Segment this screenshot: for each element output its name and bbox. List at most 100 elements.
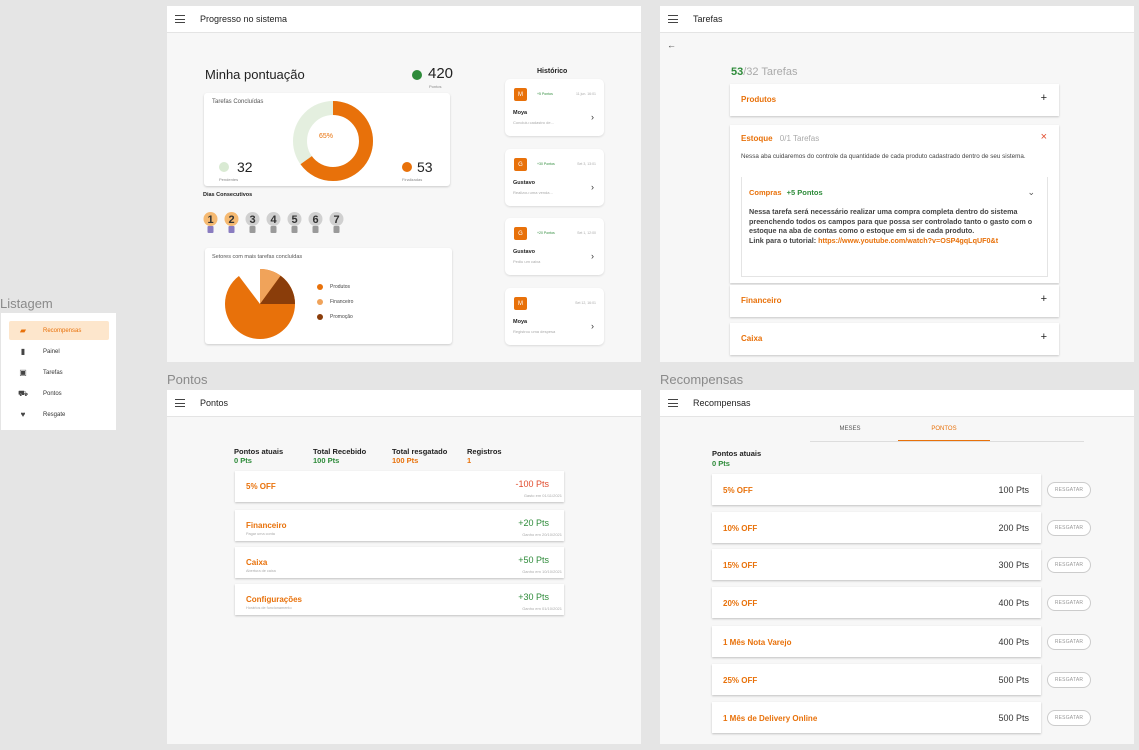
reward-title: 25% OFF [723,676,758,685]
task-row-caixa[interactable]: Caixa + [730,323,1059,355]
bulb-base [291,226,298,233]
plus-icon[interactable]: + [1041,92,1047,104]
sidebar-item-painel[interactable]: ▮ Painel [9,342,109,361]
points-row[interactable]: 5% OFF -100 Pts Gasto em 01/11/2021 [235,471,564,502]
menu-icon[interactable] [668,399,678,407]
reward-row: 25% OFF 500 Pts [712,664,1041,695]
legend-item: Promoção [317,314,353,320]
legend-label: Promoção [330,314,353,320]
folder-icon: ▰ [19,326,27,335]
points-row-title: Caixa [246,558,268,567]
sidebar-item-resgate[interactable]: ♥ Resgate [9,405,109,424]
points-row[interactable]: Financeiro Pagar uma conta +20 Pts Ganho… [235,510,564,541]
chevron-right-icon: › [591,251,594,261]
chevron-down-icon[interactable]: ⌄ [1027,187,1035,198]
history-name: Moya [513,319,528,325]
redeem-button[interactable]: RESGATAR [1047,634,1091,650]
task-row-estoque[interactable]: Estoque 0/1 Tarefas × Nessa aba cuidarem… [730,125,1059,283]
points-row-value: +50 Pts [518,555,549,565]
points-stat: Pontos atuais 0 Pts [234,447,283,465]
reward-cost: 400 Pts [998,637,1029,647]
history-item[interactable]: M +5 Pontos 11 jun. 16:01 Moya Concluiu … [505,79,604,136]
points-row[interactable]: Caixa Abertura de caixa +50 Pts Ganho em… [235,547,564,578]
reward-title: 5% OFF [723,486,753,495]
page-title: Pontos [200,398,229,408]
menu-icon[interactable] [668,15,678,23]
stat-label: Total resgatado [392,447,448,456]
done-value: 53 [417,159,433,175]
plus-icon[interactable]: + [1041,331,1047,343]
rewards-appbar: Recompensas [660,390,1134,417]
task-row-label: Caixa [741,334,763,343]
page-title: Progresso no sistema [200,14,288,24]
subtask-body: Nessa tarefa será necessário realizar um… [749,207,1039,246]
points-row-date: Ganho em 20/10/2021 [522,532,562,537]
close-icon[interactable]: × [1041,131,1047,143]
task-row-label: Estoque [741,134,773,143]
redeem-button[interactable]: RESGATAR [1047,595,1091,611]
redeem-button[interactable]: RESGATAR [1047,710,1091,726]
back-arrow-icon[interactable]: ← [667,40,676,50]
plus-icon[interactable]: + [1041,293,1047,305]
reward-cost: 500 Pts [998,713,1029,723]
sidebar-item-tarefas[interactable]: ▣ Tarefas [9,363,109,382]
streak-day-number: 3 [249,214,255,226]
sectors-card: Setores com mais tarefas concluídas Prod… [205,248,452,344]
menu-icon[interactable] [175,15,185,23]
streak-day-number: 1 [207,214,213,226]
history-name: Moya [513,110,528,116]
avatar: M [514,88,527,101]
sidebar-item-label: Tarefas [43,369,63,376]
bulb-base [207,226,214,233]
points-row-date: Ganho em 01/10/2021 [522,606,562,611]
tab-pontos[interactable]: PONTOS [898,421,990,441]
streak-day-number: 4 [270,214,277,226]
history-item[interactable]: M Set 12, 16:01 Moya Registrou uma despe… [505,288,604,345]
sidebar-item-label: Painel [43,348,60,355]
bulb-base [270,226,277,233]
score-heading: Minha pontuação [205,67,305,82]
redeem-button[interactable]: RESGATAR [1047,672,1091,688]
redeem-button[interactable]: RESGATAR [1047,482,1091,498]
points-row[interactable]: Configurações Horários de funcionamento … [235,584,564,615]
legend-label: Financeiro [330,299,354,305]
progress-donut-chart [293,101,373,181]
points-value: 420 [428,65,454,82]
done-dot [402,162,412,172]
history-desc: Realizou uma venda... [513,190,553,195]
subtask-points: +5 Pontos [786,188,823,197]
stat-label: Pontos atuais [234,447,284,456]
legend-item: Financeiro [317,299,353,305]
points-stat: Total Recebido 100 Pts [313,447,366,465]
chevron-right-icon: › [591,112,594,122]
task-row-financeiro[interactable]: Financeiro + [730,285,1059,317]
redeem-button[interactable]: RESGATAR [1047,520,1091,536]
history-item[interactable]: G +30 Pontos Set 3, 13:01 Gustavo Realiz… [505,149,604,206]
sidebar-item-pontos[interactable]: ⛟ Pontos [9,384,109,403]
history-name: Gustavo [513,249,536,255]
listagem-frame-label: Listagem [0,296,53,311]
points-row-sub: Horários de funcionamento [246,606,292,610]
reward-title: 15% OFF [723,561,758,570]
legend-label: Produtos [330,284,351,290]
reward-title: 1 Mês de Delivery Online [723,714,818,723]
streak-day-number: 5 [291,214,297,226]
history-title: Histórico [537,68,568,75]
legend-dot [317,284,323,290]
reward-cost: 500 Pts [998,675,1029,685]
tutorial-link[interactable]: https://www.youtube.com/watch?v=OSP4gqLq… [818,236,998,245]
sidebar-item-recompensas[interactable]: ▰ Recompensas [9,321,109,340]
tab-meses[interactable]: MESES [810,421,890,441]
redeem-button[interactable]: RESGATAR [1047,557,1091,573]
tasks-appbar: Tarefas [660,6,1134,33]
menu-icon[interactable] [175,399,185,407]
subtask-card[interactable]: Compras +5 Pontos ⌄ Nessa tarefa será ne… [741,177,1048,277]
pie-slice-produtos-extra [224,276,260,304]
history-item[interactable]: G +20 Pontos Set 1, 12:00 Gustavo Pediu … [505,218,604,275]
task-row-produtos[interactable]: Produtos + [730,84,1059,116]
history-points: +20 Pontos [537,231,555,235]
stat-value: 0 Pts [234,456,252,465]
reward-row: 5% OFF 100 Pts [712,474,1041,505]
tasks-total-label: /32 Tarefas [743,66,798,78]
bulb-base [312,226,319,233]
